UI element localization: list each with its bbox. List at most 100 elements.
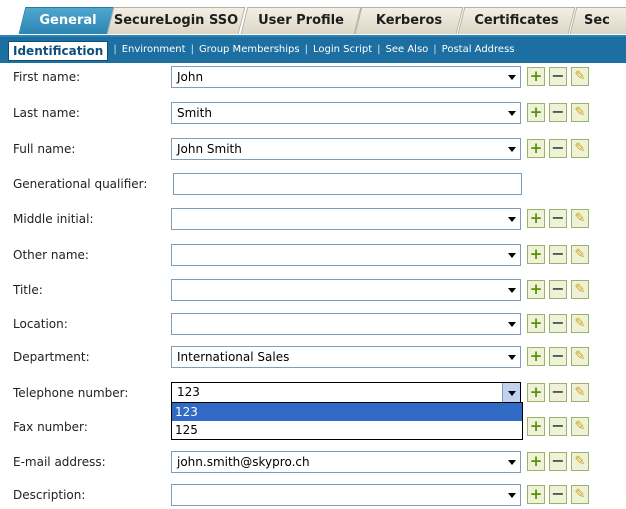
generational-qualifier-label: Generational qualifier: <box>13 177 148 191</box>
add-icon[interactable]: + <box>527 245 545 264</box>
dropdown-option[interactable]: 123 <box>172 403 522 421</box>
telephone-number-field[interactable]: 123 <box>171 382 521 404</box>
dropdown-option[interactable]: 125 <box>172 421 522 439</box>
remove-icon[interactable]: − <box>549 103 567 122</box>
subnav-group-memberships[interactable]: Group Memberships <box>197 37 302 63</box>
chevron-down-icon[interactable] <box>508 75 516 80</box>
pencil-icon[interactable]: ✎ <box>571 209 589 228</box>
subnav-environment[interactable]: Environment <box>120 37 188 63</box>
description-row: Description: + − ✎ <box>0 483 626 509</box>
middle-initial-field[interactable] <box>171 208 521 230</box>
subnav-postal-address[interactable]: Postal Address <box>440 37 517 63</box>
email-address-row: E-mail address: john.smith@skypro.ch + −… <box>0 450 626 476</box>
tab-certificates-label: Certificates <box>474 13 559 28</box>
remove-icon[interactable]: − <box>549 417 567 436</box>
add-icon[interactable]: + <box>527 209 545 228</box>
full-name-label: Full name: <box>13 142 76 156</box>
add-icon[interactable]: + <box>527 139 545 158</box>
title-field[interactable] <box>171 279 521 301</box>
chevron-down-icon[interactable] <box>508 253 516 258</box>
title-row: Title: + − ✎ <box>0 278 626 304</box>
full-name-field[interactable]: John Smith <box>171 138 521 160</box>
pencil-icon[interactable]: ✎ <box>571 103 589 122</box>
email-address-label: E-mail address: <box>13 455 106 469</box>
remove-icon[interactable]: − <box>549 383 567 402</box>
pencil-icon[interactable]: ✎ <box>571 245 589 264</box>
tab-user-profile[interactable]: User Profile <box>240 7 362 34</box>
description-field[interactable] <box>171 484 521 506</box>
pencil-icon[interactable]: ✎ <box>571 485 589 504</box>
add-icon[interactable]: + <box>527 452 545 471</box>
chevron-down-icon[interactable] <box>508 147 516 152</box>
tab-certificates[interactable]: Certificates <box>457 7 576 34</box>
tab-user-profile-label: User Profile <box>258 13 344 28</box>
last-name-label: Last name: <box>13 106 80 120</box>
chevron-down-icon[interactable] <box>508 355 516 360</box>
add-icon[interactable]: + <box>527 280 545 299</box>
department-label: Department: <box>13 350 90 364</box>
fax-number-label: Fax number: <box>13 420 88 434</box>
pencil-icon[interactable]: ✎ <box>571 452 589 471</box>
remove-icon[interactable]: − <box>549 485 567 504</box>
add-icon[interactable]: + <box>527 67 545 86</box>
pencil-icon[interactable]: ✎ <box>571 67 589 86</box>
chevron-down-icon[interactable] <box>508 217 516 222</box>
sub-navigation: Identification | Environment | Group Members… <box>0 35 626 63</box>
add-icon[interactable]: + <box>527 103 545 122</box>
add-icon[interactable]: + <box>527 314 545 333</box>
first-name-field[interactable]: John <box>171 66 521 88</box>
remove-icon[interactable]: − <box>549 67 567 86</box>
chevron-down-icon <box>508 391 516 396</box>
tab-securelogin-sso-label: SecureLogin SSO <box>113 13 239 28</box>
telephone-number-value: 123 <box>177 385 200 399</box>
department-field[interactable]: International Sales <box>171 346 521 368</box>
remove-icon[interactable]: − <box>549 314 567 333</box>
remove-icon[interactable]: − <box>549 245 567 264</box>
tab-general[interactable]: General <box>18 7 118 34</box>
pencil-icon[interactable]: ✎ <box>571 139 589 158</box>
chevron-down-icon[interactable] <box>508 111 516 116</box>
add-icon[interactable]: + <box>527 485 545 504</box>
other-name-row: Other name: + − ✎ <box>0 243 626 269</box>
remove-icon[interactable]: − <box>549 139 567 158</box>
tab-sec-label: Sec <box>584 13 610 28</box>
remove-icon[interactable]: − <box>549 209 567 228</box>
pencil-icon[interactable]: ✎ <box>571 347 589 366</box>
full-name-row: Full name: John Smith + − ✎ <box>0 137 626 163</box>
remove-icon[interactable]: − <box>549 280 567 299</box>
location-field[interactable] <box>171 313 521 335</box>
tab-securelogin-sso[interactable]: SecureLogin SSO <box>106 7 246 34</box>
add-icon[interactable]: + <box>527 383 545 402</box>
description-label: Description: <box>13 488 86 502</box>
add-icon[interactable]: + <box>527 347 545 366</box>
subnav-login-script[interactable]: Login Script <box>311 37 374 63</box>
tab-sec[interactable]: Sec <box>569 7 626 34</box>
last-name-field[interactable]: Smith <box>171 102 521 124</box>
generational-qualifier-row: Generational qualifier: <box>0 172 626 198</box>
remove-icon[interactable]: − <box>549 452 567 471</box>
chevron-down-icon[interactable] <box>508 460 516 465</box>
telephone-number-label: Telephone number: <box>13 386 129 400</box>
other-name-field[interactable] <box>171 244 521 266</box>
pencil-icon[interactable]: ✎ <box>571 417 589 436</box>
last-name-value: Smith <box>177 106 212 120</box>
remove-icon[interactable]: − <box>549 347 567 366</box>
generational-qualifier-field[interactable] <box>173 173 522 195</box>
pencil-icon[interactable]: ✎ <box>571 383 589 402</box>
pencil-icon[interactable]: ✎ <box>571 280 589 299</box>
add-icon[interactable]: + <box>527 417 545 436</box>
department-row: Department: International Sales + − ✎ <box>0 345 626 371</box>
subnav-identification[interactable]: Identification <box>8 41 109 61</box>
other-name-label: Other name: <box>13 248 89 262</box>
chevron-down-icon[interactable] <box>508 493 516 498</box>
dropdown-button[interactable] <box>502 383 520 403</box>
tab-kerberos[interactable]: Kerberos <box>354 7 464 34</box>
pencil-icon[interactable]: ✎ <box>571 314 589 333</box>
chevron-down-icon[interactable] <box>508 288 516 293</box>
chevron-down-icon[interactable] <box>508 322 516 327</box>
tab-bar: General SecureLogin SSO User Profile Ker… <box>0 0 626 38</box>
email-address-field[interactable]: john.smith@skypro.ch <box>171 451 521 473</box>
email-address-value: john.smith@skypro.ch <box>177 455 310 469</box>
tab-kerberos-label: Kerberos <box>375 13 443 28</box>
subnav-see-also[interactable]: See Also <box>384 37 431 63</box>
